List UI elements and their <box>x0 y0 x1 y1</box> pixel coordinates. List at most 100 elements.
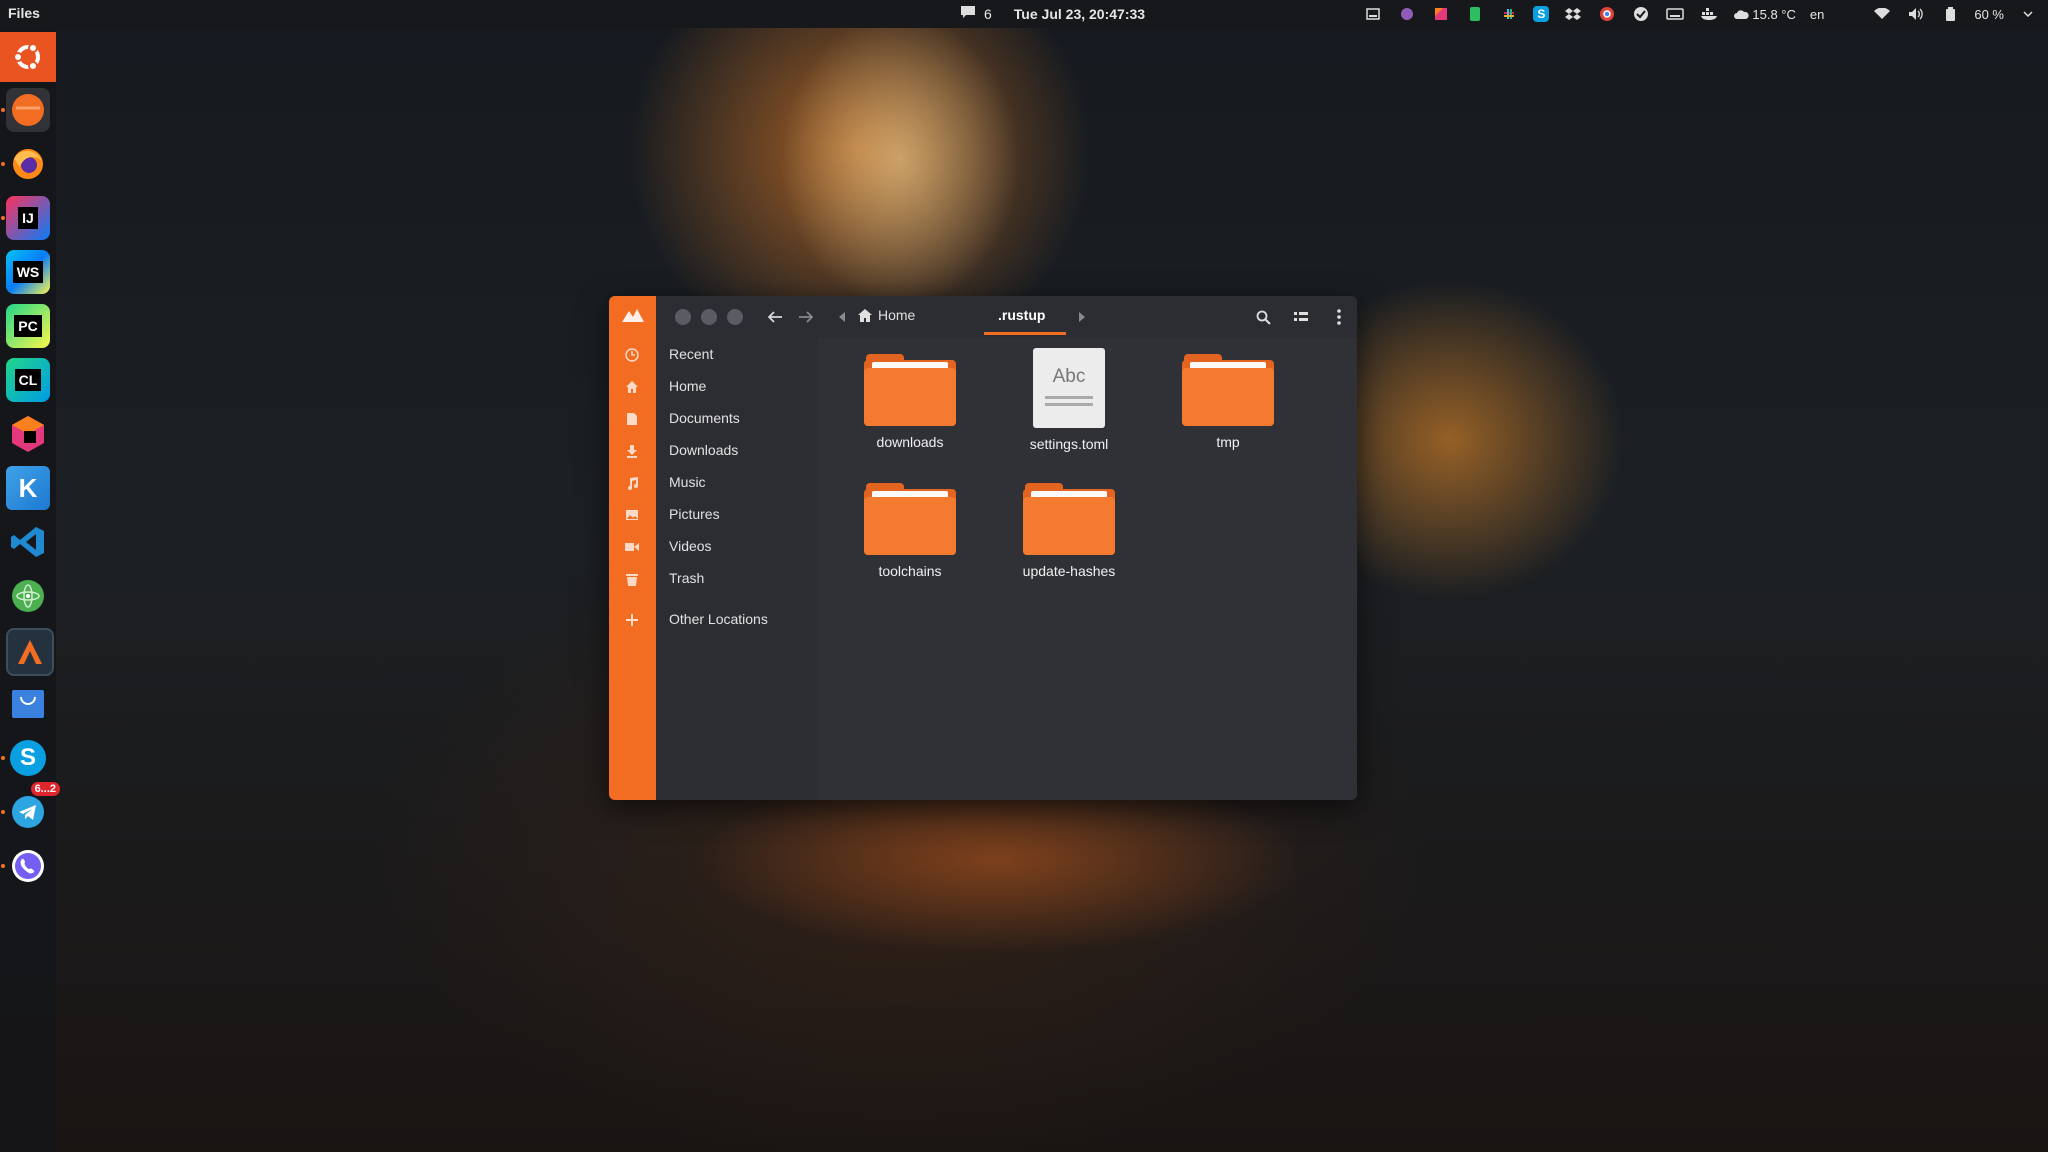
evernote-tray-icon[interactable] <box>1465 4 1485 24</box>
keyboard-icon[interactable] <box>1665 4 1685 24</box>
firefox-icon <box>13 149 43 179</box>
file-item-toolchains[interactable]: toolchains <box>835 481 985 579</box>
trash-icon <box>623 570 641 588</box>
file-item-tmp[interactable]: tmp <box>1153 352 1303 450</box>
anaconda-dock-item[interactable] <box>6 628 54 676</box>
jetbrains-toolbox-tray-icon[interactable] <box>1431 4 1451 24</box>
sidebar-item-downloads[interactable]: Downloads <box>669 442 738 458</box>
arrow-left-icon <box>768 311 782 323</box>
jetbrains-toolbox-dock-item[interactable] <box>6 412 50 456</box>
plus-icon <box>623 611 641 629</box>
webstorm-icon: WS <box>12 261 44 283</box>
dropbox-tray-icon[interactable] <box>1563 4 1583 24</box>
active-app-name[interactable]: Files <box>8 5 40 21</box>
path-scroll-left-button[interactable] <box>830 305 854 329</box>
back-button[interactable] <box>763 305 787 329</box>
document-icon <box>623 410 641 428</box>
app-logo-icon <box>622 309 644 322</box>
battery-icon[interactable] <box>1940 4 1960 24</box>
vscode-dock-item[interactable] <box>6 520 50 564</box>
sidebar-accent-strip <box>609 296 656 800</box>
breadcrumb-active-indicator <box>984 332 1066 335</box>
sidebar-item-videos[interactable]: Videos <box>669 538 712 554</box>
kotlin-icon: K <box>18 472 38 503</box>
mail-icon <box>12 690 44 718</box>
menu-button[interactable] <box>1327 305 1351 329</box>
view-toggle-button[interactable] <box>1289 305 1313 329</box>
sidebar-item-trash[interactable]: Trash <box>669 570 704 586</box>
forward-button[interactable] <box>794 305 818 329</box>
wifi-icon[interactable] <box>1872 4 1892 24</box>
sidebar-item-home[interactable]: Home <box>669 378 706 394</box>
viber-dock-item[interactable] <box>1 844 50 888</box>
slack-tray-icon[interactable] <box>1499 4 1519 24</box>
atom-dock-item[interactable] <box>6 574 50 618</box>
clock-area[interactable]: 6 Tue Jul 23, 20:47:33 <box>960 5 1145 22</box>
search-button[interactable] <box>1251 305 1275 329</box>
anaconda-icon <box>18 640 42 664</box>
top-bar: Files 6 Tue Jul 23, 20:47:33 S 15.8 °C e… <box>0 0 2048 28</box>
firefox-dock-item[interactable] <box>1 142 50 186</box>
path-scroll-right-button[interactable] <box>1070 305 1094 329</box>
night-light-icon[interactable] <box>1838 4 1858 24</box>
clion-icon: CL <box>14 369 42 391</box>
docker-icon[interactable] <box>1699 4 1719 24</box>
viber-tray-icon[interactable] <box>1397 4 1417 24</box>
chrome-tray-icon[interactable] <box>1597 4 1617 24</box>
close-button[interactable] <box>675 309 691 325</box>
clock-icon <box>623 346 641 364</box>
home-icon <box>858 308 872 322</box>
document-preview-text: Abc <box>1052 366 1086 387</box>
screen-icon[interactable] <box>1363 4 1383 24</box>
clion-dock-item[interactable]: CL <box>6 358 50 402</box>
jetbrains-toolbox-icon <box>12 416 44 452</box>
file-item-settings-toml[interactable]: Abc settings.toml <box>994 348 1144 452</box>
home-icon <box>623 378 641 396</box>
minimize-button[interactable] <box>701 309 717 325</box>
breadcrumb-current[interactable]: .rustup <box>998 307 1045 323</box>
sidebar-item-other-locations[interactable]: Other Locations <box>669 611 768 627</box>
weather-temperature: 15.8 °C <box>1752 6 1796 22</box>
sidebar-item-pictures[interactable]: Pictures <box>669 506 720 522</box>
download-icon <box>623 442 641 460</box>
arrow-right-icon <box>799 311 813 323</box>
telegram-dock-item[interactable]: 6...2 <box>1 782 60 834</box>
keyboard-language[interactable]: en <box>1810 7 1824 22</box>
kotlin-dock-item[interactable]: K <box>6 466 50 510</box>
sidebar-item-music[interactable]: Music <box>669 474 706 490</box>
running-indicator <box>1 756 5 760</box>
folder-icon <box>864 481 956 555</box>
system-menu-arrow-icon[interactable] <box>2018 4 2038 24</box>
intellij-idea-dock-item[interactable]: IJ <box>1 196 50 240</box>
show-applications-button[interactable] <box>0 32 56 82</box>
cloud-icon <box>1734 10 1750 19</box>
volume-icon[interactable] <box>1906 4 1926 24</box>
weather-indicator[interactable]: 15.8 °C <box>1733 7 1796 22</box>
file-grid: downloads Abc settings.toml tmp toolchai… <box>818 338 1357 800</box>
telegram-icon <box>12 796 44 828</box>
sidebar-item-recent[interactable]: Recent <box>669 346 713 362</box>
unread-badge: 6...2 <box>30 782 60 796</box>
skype-tray-icon[interactable]: S <box>1533 6 1550 22</box>
file-item-downloads[interactable]: downloads <box>835 352 985 450</box>
running-indicator <box>1 108 5 112</box>
running-indicator <box>1 162 5 166</box>
battery-percentage[interactable]: 60 % <box>1974 7 2004 22</box>
chevron-left-icon <box>839 312 845 322</box>
mail-dock-item[interactable] <box>6 682 50 726</box>
running-indicator <box>1 810 5 814</box>
breadcrumb-home[interactable]: Home <box>858 307 915 323</box>
breadcrumb-home-label: Home <box>878 307 916 323</box>
maximize-button[interactable] <box>727 309 743 325</box>
pycharm-icon: PC <box>14 315 42 337</box>
file-item-update-hashes[interactable]: update-hashes <box>994 481 1144 579</box>
sidebar-item-documents[interactable]: Documents <box>669 410 740 426</box>
checkmark-tray-icon[interactable] <box>1631 4 1651 24</box>
files-app-icon <box>12 94 44 126</box>
pycharm-dock-item[interactable]: PC <box>6 304 50 348</box>
notification-count: 6 <box>984 5 992 22</box>
clock[interactable]: Tue Jul 23, 20:47:33 <box>1014 6 1145 22</box>
skype-dock-item[interactable]: S <box>1 736 50 780</box>
webstorm-dock-item[interactable]: WS <box>6 250 50 294</box>
files-dock-item[interactable] <box>1 88 50 132</box>
